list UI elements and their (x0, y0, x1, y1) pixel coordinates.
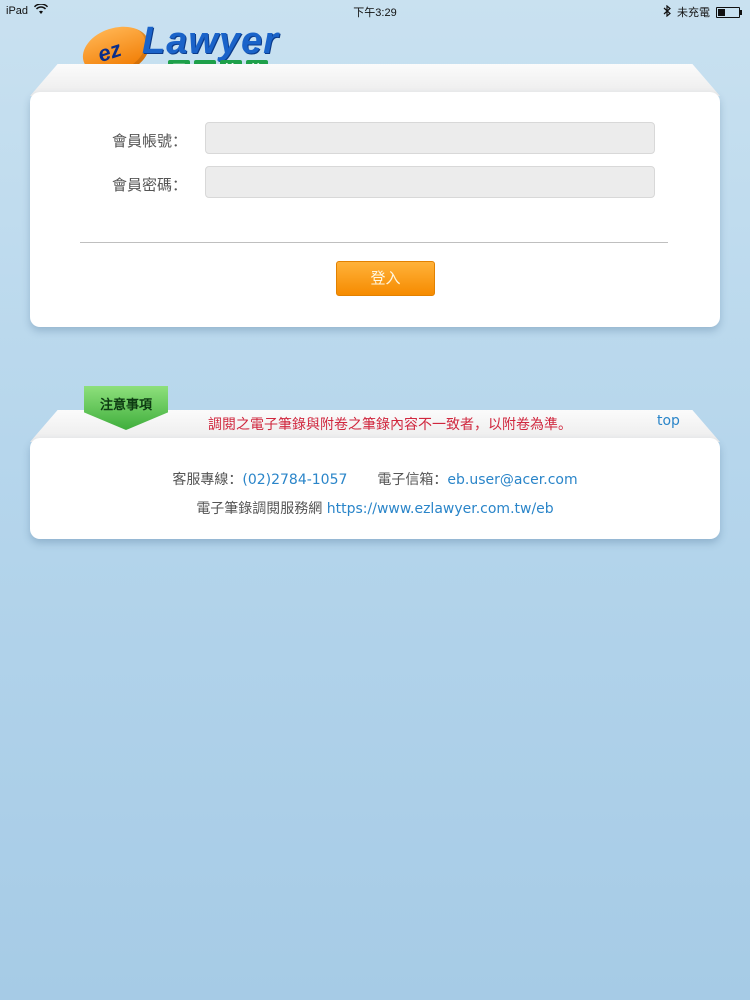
notice-tag-label: 注意事項 (99, 398, 152, 413)
password-input[interactable] (205, 166, 655, 198)
service-phone-link[interactable]: (02)2784-1057 (242, 472, 347, 488)
contact-line-1: 客服專線：(02)2784-1057 電子信箱：eb.user@acer.com (0, 469, 750, 489)
password-row: 會員密碼： (30, 166, 720, 200)
login-button[interactable]: 登入 (336, 261, 435, 296)
account-input[interactable] (205, 122, 655, 154)
contact-line-2: 電子筆錄調閱服務網 https://www.ezlawyer.com.tw/eb (0, 498, 750, 518)
logo-ez-text: ez (94, 36, 125, 68)
status-time: 下午3:29 (353, 7, 397, 19)
email-link[interactable]: eb.user@acer.com (447, 472, 577, 488)
bluetooth-icon (663, 4, 671, 20)
email-label: 電子信箱： (377, 472, 448, 488)
top-link[interactable]: top (657, 413, 680, 429)
notice-text: 調閱之電子筆錄與附卷之筆錄內容不一致者，以附卷為準。 (208, 417, 572, 433)
charging-status: 未充電 (677, 7, 710, 19)
status-bar: iPad 下午3:29 未充電 (0, 0, 750, 20)
battery-level-fill (718, 8, 725, 16)
account-row: 會員帳號： (30, 122, 720, 156)
site-label: 電子筆錄調閱服務網 (196, 501, 327, 517)
logo-brand-text: Lawyer (142, 20, 279, 62)
service-label: 客服專線： (172, 472, 243, 488)
site-url-link[interactable]: https://www.ezlawyer.com.tw/eb (327, 501, 554, 517)
divider (80, 242, 668, 243)
battery-icon (716, 6, 742, 18)
login-card: 會員帳號： 會員密碼： 登入 (30, 92, 720, 327)
account-label: 會員帳號： (112, 132, 188, 150)
password-label: 會員密碼： (112, 176, 188, 194)
